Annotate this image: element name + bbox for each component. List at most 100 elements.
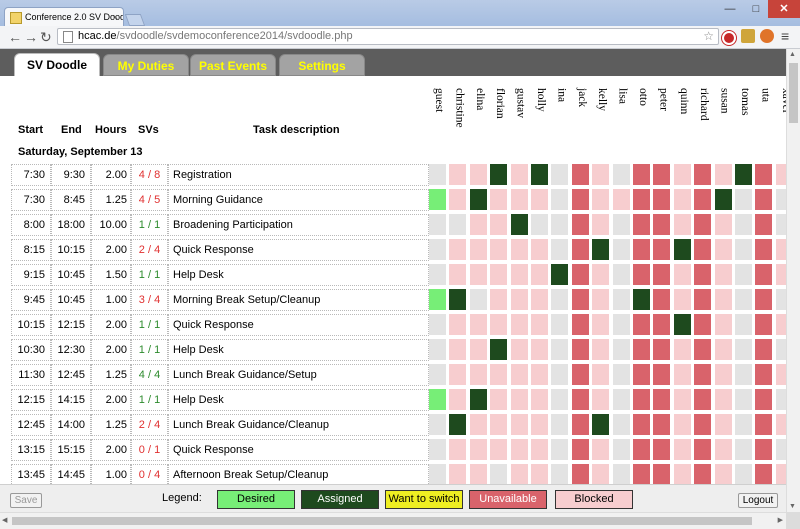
- availability-cell[interactable]: [469, 239, 487, 260]
- availability-cell[interactable]: [735, 339, 752, 360]
- availability-cell[interactable]: [510, 439, 528, 460]
- availability-cell[interactable]: [429, 289, 446, 310]
- availability-cell[interactable]: [510, 414, 528, 435]
- availability-cell[interactable]: [755, 464, 773, 484]
- tab-past-events[interactable]: Past Events: [190, 54, 276, 76]
- availability-cell[interactable]: [510, 239, 528, 260]
- new-tab-button[interactable]: [124, 14, 146, 26]
- availability-cell[interactable]: [429, 314, 446, 335]
- availability-cell[interactable]: [694, 439, 712, 460]
- availability-cell[interactable]: [714, 439, 732, 460]
- availability-cell[interactable]: [429, 189, 446, 210]
- availability-cell[interactable]: [571, 339, 589, 360]
- availability-cell[interactable]: [653, 364, 671, 385]
- browser-tab[interactable]: Conference 2.0 SV Doodle ×: [4, 7, 124, 26]
- availability-cell[interactable]: [653, 414, 671, 435]
- availability-cell[interactable]: [735, 189, 752, 210]
- availability-cell[interactable]: [755, 189, 773, 210]
- availability-cell[interactable]: [449, 264, 467, 285]
- availability-cell[interactable]: [429, 164, 446, 185]
- availability-cell[interactable]: [714, 239, 732, 260]
- availability-cell[interactable]: [531, 239, 548, 260]
- availability-cell[interactable]: [714, 414, 732, 435]
- availability-cell[interactable]: [469, 264, 487, 285]
- availability-cell[interactable]: [469, 389, 487, 410]
- availability-cell[interactable]: [694, 214, 712, 235]
- availability-cell[interactable]: [531, 264, 548, 285]
- availability-cell[interactable]: [429, 339, 446, 360]
- availability-cell[interactable]: [469, 164, 487, 185]
- availability-cell[interactable]: [592, 189, 610, 210]
- availability-cell[interactable]: [469, 289, 487, 310]
- availability-cell[interactable]: [571, 214, 589, 235]
- availability-cell[interactable]: [612, 214, 630, 235]
- availability-cell[interactable]: [653, 439, 671, 460]
- availability-cell[interactable]: [510, 289, 528, 310]
- availability-cell[interactable]: [673, 214, 691, 235]
- availability-cell[interactable]: [571, 289, 589, 310]
- availability-cell[interactable]: [551, 439, 569, 460]
- availability-cell[interactable]: [592, 264, 610, 285]
- availability-cell[interactable]: [429, 239, 446, 260]
- availability-cell[interactable]: [775, 189, 786, 210]
- availability-cell[interactable]: [490, 264, 508, 285]
- availability-cell[interactable]: [612, 414, 630, 435]
- availability-cell[interactable]: [735, 414, 752, 435]
- availability-cell[interactable]: [633, 314, 650, 335]
- availability-cell[interactable]: [551, 264, 569, 285]
- availability-cell[interactable]: [592, 364, 610, 385]
- availability-cell[interactable]: [510, 164, 528, 185]
- opera-extension-icon[interactable]: [722, 31, 736, 45]
- availability-cell[interactable]: [592, 164, 610, 185]
- availability-cell[interactable]: [633, 389, 650, 410]
- availability-cell[interactable]: [673, 464, 691, 484]
- availability-cell[interactable]: [714, 389, 732, 410]
- availability-cell[interactable]: [490, 314, 508, 335]
- availability-cell[interactable]: [469, 464, 487, 484]
- tab-sv-doodle[interactable]: SV Doodle: [14, 53, 100, 76]
- availability-cell[interactable]: [510, 464, 528, 484]
- availability-cell[interactable]: [775, 164, 786, 185]
- availability-cell[interactable]: [735, 389, 752, 410]
- availability-cell[interactable]: [755, 239, 773, 260]
- save-button[interactable]: Save: [10, 493, 42, 508]
- availability-cell[interactable]: [694, 189, 712, 210]
- availability-cell[interactable]: [490, 364, 508, 385]
- availability-cell[interactable]: [551, 239, 569, 260]
- availability-cell[interactable]: [531, 464, 548, 484]
- availability-cell[interactable]: [510, 189, 528, 210]
- availability-cell[interactable]: [571, 239, 589, 260]
- availability-cell[interactable]: [449, 389, 467, 410]
- availability-cell[interactable]: [612, 389, 630, 410]
- availability-cell[interactable]: [449, 464, 467, 484]
- availability-cell[interactable]: [469, 189, 487, 210]
- availability-cell[interactable]: [592, 339, 610, 360]
- availability-cell[interactable]: [755, 339, 773, 360]
- availability-cell[interactable]: [633, 289, 650, 310]
- reload-icon[interactable]: ↻: [40, 29, 52, 45]
- availability-cell[interactable]: [673, 389, 691, 410]
- availability-cell[interactable]: [653, 239, 671, 260]
- availability-cell[interactable]: [653, 314, 671, 335]
- availability-cell[interactable]: [633, 439, 650, 460]
- availability-cell[interactable]: [775, 264, 786, 285]
- availability-cell[interactable]: [694, 464, 712, 484]
- horizontal-scrollbar[interactable]: ◀ ▶: [0, 512, 786, 529]
- availability-cell[interactable]: [735, 364, 752, 385]
- availability-cell[interactable]: [429, 464, 446, 484]
- availability-cell[interactable]: [612, 189, 630, 210]
- tab-my-duties[interactable]: My Duties: [103, 54, 189, 76]
- availability-cell[interactable]: [694, 264, 712, 285]
- availability-cell[interactable]: [775, 289, 786, 310]
- availability-cell[interactable]: [694, 364, 712, 385]
- availability-cell[interactable]: [612, 464, 630, 484]
- availability-cell[interactable]: [490, 389, 508, 410]
- availability-cell[interactable]: [612, 439, 630, 460]
- availability-cell[interactable]: [633, 164, 650, 185]
- availability-cell[interactable]: [449, 189, 467, 210]
- availability-cell[interactable]: [694, 164, 712, 185]
- availability-cell[interactable]: [714, 214, 732, 235]
- availability-cell[interactable]: [735, 264, 752, 285]
- availability-cell[interactable]: [775, 339, 786, 360]
- availability-cell[interactable]: [775, 464, 786, 484]
